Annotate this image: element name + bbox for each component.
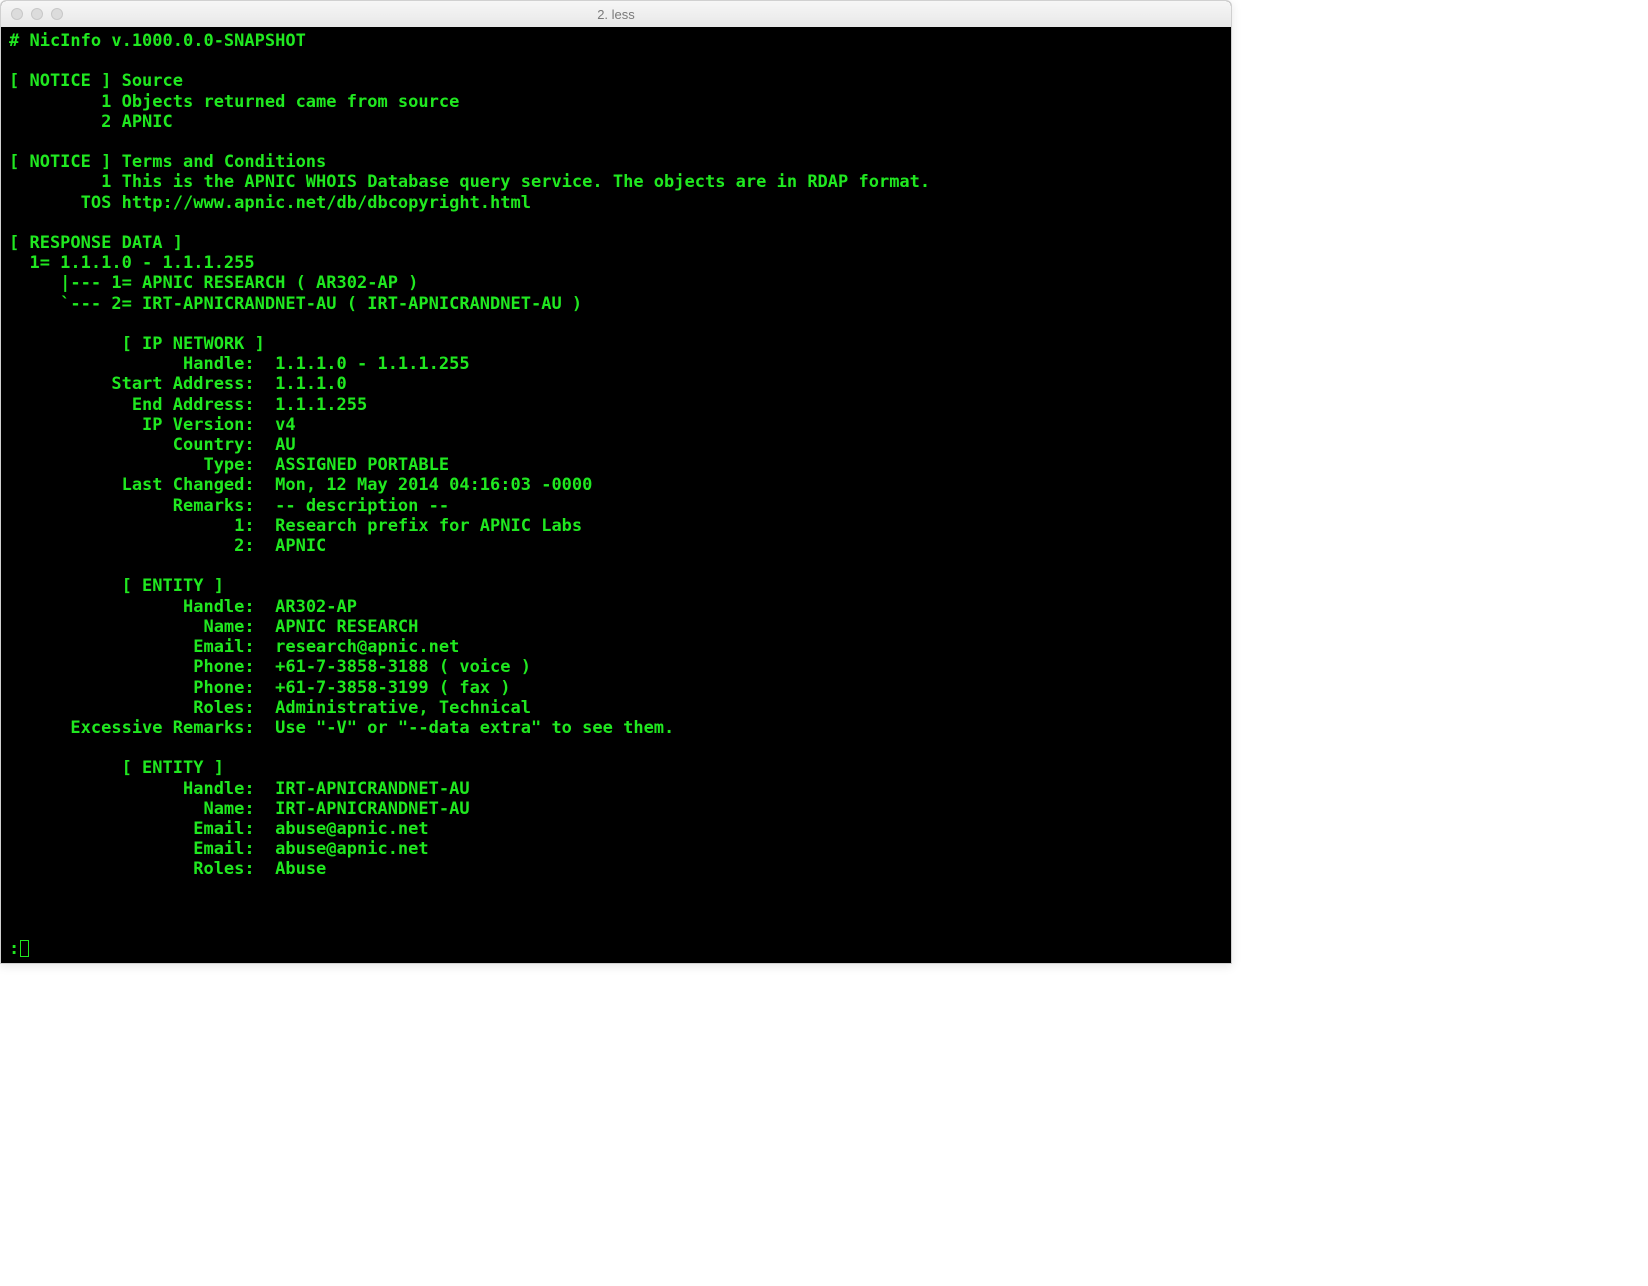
kv-row: End Address: 1.1.1.255 bbox=[9, 395, 367, 415]
kv-row: Phone: +61-7-3858-3199 ( fax ) bbox=[9, 678, 511, 698]
kv-row: Email: abuse@apnic.net bbox=[9, 819, 429, 839]
window-title: 2. less bbox=[1, 7, 1231, 22]
tree-line: 1= 1.1.1.0 - 1.1.1.255 bbox=[9, 253, 255, 273]
kv-row: 2: APNIC bbox=[9, 536, 326, 556]
kv-row: Roles: Abuse bbox=[9, 859, 326, 879]
terminal-window: 2. less # NicInfo v.1000.0.0-SNAPSHOT [ … bbox=[0, 0, 1232, 964]
tree-line: `--- 2= IRT-APNICRANDNET-AU ( IRT-APNICR… bbox=[9, 294, 582, 314]
kv-row: 1: Research prefix for APNIC Labs bbox=[9, 516, 582, 536]
notice-header: [ NOTICE ] Source bbox=[9, 71, 183, 91]
kv-row: IP Version: v4 bbox=[9, 415, 296, 435]
kv-row: Phone: +61-7-3858-3188 ( voice ) bbox=[9, 657, 531, 677]
header-line: # NicInfo v.1000.0.0-SNAPSHOT bbox=[9, 31, 306, 51]
notice-line: 2 APNIC bbox=[9, 112, 173, 132]
notice-line: 1 Objects returned came from source bbox=[9, 92, 459, 112]
tree-line: |--- 1= APNIC RESEARCH ( AR302-AP ) bbox=[9, 273, 418, 293]
section-header: [ IP NETWORK ] bbox=[9, 334, 265, 354]
window-titlebar: 2. less bbox=[1, 1, 1231, 28]
notice-header: [ NOTICE ] Terms and Conditions bbox=[9, 152, 326, 172]
notice-line: 1 This is the APNIC WHOIS Database query… bbox=[9, 172, 930, 192]
minimize-icon[interactable] bbox=[31, 8, 43, 20]
kv-row: Excessive Remarks: Use "-V" or "--data e… bbox=[9, 718, 674, 738]
zoom-icon[interactable] bbox=[51, 8, 63, 20]
kv-row: Remarks: -- description -- bbox=[9, 496, 449, 516]
kv-row: Type: ASSIGNED PORTABLE bbox=[9, 455, 449, 475]
kv-row: Handle: IRT-APNICRANDNET-AU bbox=[9, 779, 470, 799]
section-header: [ ENTITY ] bbox=[9, 758, 224, 778]
kv-row: Handle: AR302-AP bbox=[9, 597, 357, 617]
kv-row: Last Changed: Mon, 12 May 2014 04:16:03 … bbox=[9, 475, 592, 495]
notice-line: TOS http://www.apnic.net/db/dbcopyright.… bbox=[9, 193, 531, 213]
prompt-colon: : bbox=[9, 939, 19, 959]
kv-row: Handle: 1.1.1.0 - 1.1.1.255 bbox=[9, 354, 470, 374]
traffic-lights bbox=[1, 8, 63, 20]
section-header: [ ENTITY ] bbox=[9, 576, 224, 596]
kv-row: Start Address: 1.1.1.0 bbox=[9, 374, 347, 394]
kv-row: Email: abuse@apnic.net bbox=[9, 839, 429, 859]
kv-row: Email: research@apnic.net bbox=[9, 637, 459, 657]
less-prompt[interactable]: : bbox=[9, 939, 29, 959]
response-header: [ RESPONSE DATA ] bbox=[9, 233, 183, 253]
cursor-icon bbox=[20, 940, 29, 957]
kv-row: Name: APNIC RESEARCH bbox=[9, 617, 418, 637]
close-icon[interactable] bbox=[11, 8, 23, 20]
kv-row: Name: IRT-APNICRANDNET-AU bbox=[9, 799, 470, 819]
terminal-content[interactable]: # NicInfo v.1000.0.0-SNAPSHOT [ NOTICE ]… bbox=[1, 27, 1231, 963]
kv-row: Country: AU bbox=[9, 435, 296, 455]
kv-row: Roles: Administrative, Technical bbox=[9, 698, 531, 718]
